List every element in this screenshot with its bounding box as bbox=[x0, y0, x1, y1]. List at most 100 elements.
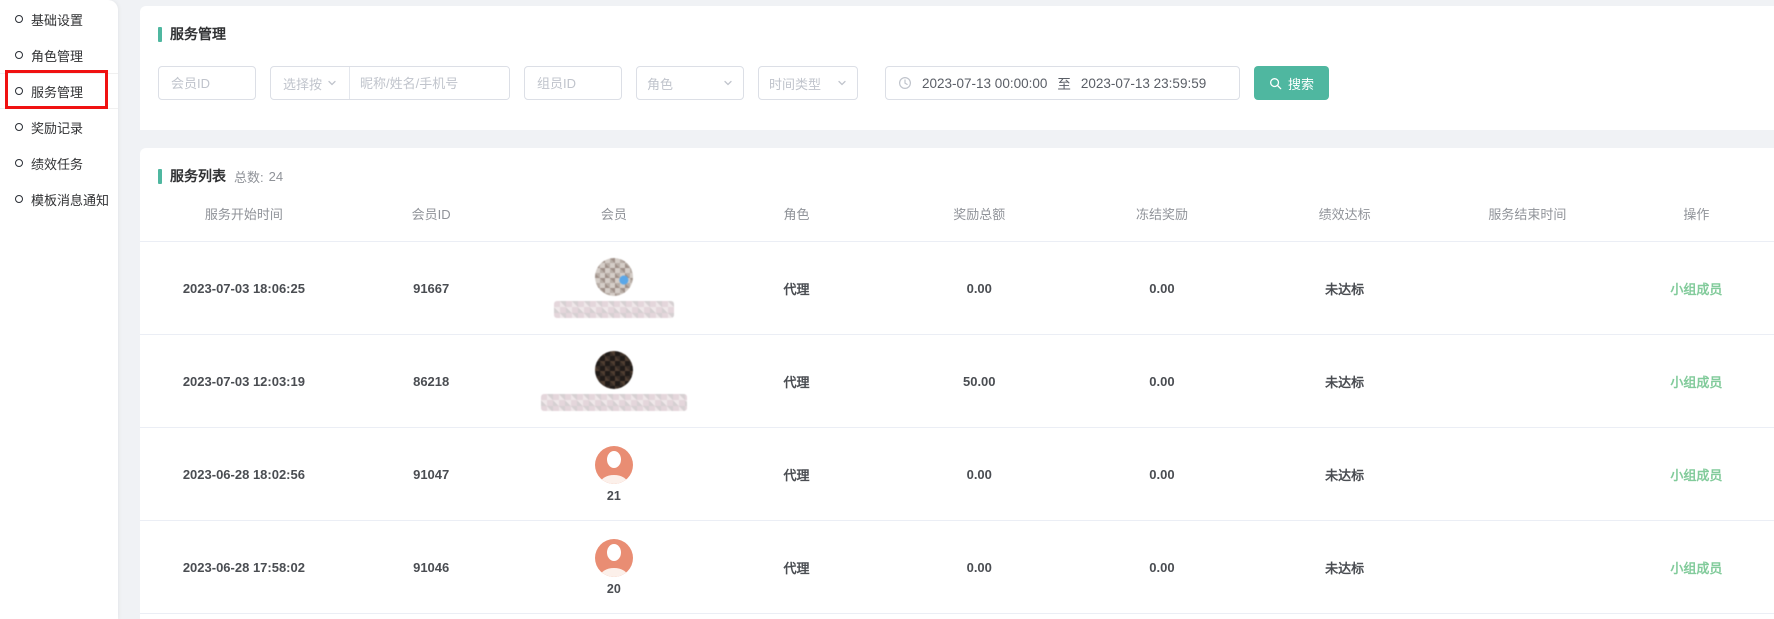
sidebar-item-label: 角色管理 bbox=[31, 46, 83, 65]
role-select-label: 角色 bbox=[647, 74, 673, 93]
sidebar-item-label: 服务管理 bbox=[31, 82, 83, 101]
cell-member bbox=[523, 258, 706, 318]
column-header: 冻结奖励 bbox=[1071, 204, 1254, 223]
cell-frozen-reward: 0.00 bbox=[1071, 467, 1254, 482]
member-name-redacted bbox=[541, 394, 687, 411]
member-avatar bbox=[595, 351, 633, 389]
member-avatar bbox=[595, 258, 633, 296]
cell-performance: 未达标 bbox=[1253, 465, 1436, 484]
cell-member: 21 bbox=[523, 446, 706, 503]
time-type-select[interactable]: 时间类型 bbox=[758, 66, 858, 100]
cell-start-time: 2023-07-03 12:03:19 bbox=[148, 374, 340, 389]
column-header: 操作 bbox=[1619, 204, 1774, 223]
radio-circle-icon bbox=[15, 159, 23, 167]
search-button[interactable]: 搜索 bbox=[1254, 66, 1329, 100]
radio-circle-icon bbox=[15, 123, 23, 131]
filter-card: 服务管理 选择按 角色 时间类型 bbox=[140, 6, 1774, 130]
filter-card-title: 服务管理 bbox=[140, 6, 1774, 44]
sidebar-item-service-management[interactable]: 服务管理 bbox=[0, 73, 118, 109]
radio-circle-icon bbox=[15, 195, 23, 203]
cell-reward-total: 0.00 bbox=[888, 560, 1071, 575]
column-header: 服务结束时间 bbox=[1436, 204, 1619, 223]
sidebar-item-basic-settings[interactable]: 基础设置 bbox=[0, 1, 118, 37]
table-row: 2023-06-28 17:58:029104620代理0.000.00未达标小… bbox=[140, 521, 1774, 614]
total-label: 总数: bbox=[234, 167, 264, 186]
cell-frozen-reward: 0.00 bbox=[1071, 281, 1254, 296]
cell-frozen-reward: 0.00 bbox=[1071, 560, 1254, 575]
column-header: 角色 bbox=[705, 204, 888, 223]
member-name: 20 bbox=[607, 582, 621, 596]
sidebar-item-label: 模板消息通知 bbox=[31, 190, 109, 209]
date-separator: 至 bbox=[1057, 73, 1071, 93]
chevron-down-icon bbox=[327, 78, 337, 88]
cell-performance: 未达标 bbox=[1253, 558, 1436, 577]
sidebar-item-performance-tasks[interactable]: 绩效任务 bbox=[0, 145, 118, 181]
radio-circle-icon bbox=[15, 87, 23, 95]
sidebar-item-label: 绩效任务 bbox=[31, 154, 83, 173]
keyword-input[interactable] bbox=[350, 67, 509, 99]
member-name: 21 bbox=[607, 489, 621, 503]
accent-bar-icon bbox=[158, 169, 162, 184]
table-card-title: 服务列表 总数: 24 bbox=[140, 148, 1774, 186]
group-members-link[interactable]: 小组成员 bbox=[1619, 558, 1774, 577]
cell-frozen-reward: 0.00 bbox=[1071, 374, 1254, 389]
clock-icon bbox=[898, 76, 912, 90]
cell-start-time: 2023-06-28 17:58:02 bbox=[148, 560, 340, 575]
table-header-row: 服务开始时间 会员ID 会员 角色 奖励总额 冻结奖励 绩效达标 服务结束时间 … bbox=[140, 186, 1774, 242]
cell-member-id: 86218 bbox=[340, 374, 523, 389]
sidebar-item-template-notifications[interactable]: 模板消息通知 bbox=[0, 181, 118, 217]
time-type-select-label: 时间类型 bbox=[769, 74, 821, 93]
sidebar-item-label: 奖励记录 bbox=[31, 118, 83, 137]
radio-circle-icon bbox=[15, 51, 23, 59]
sidebar-item-reward-records[interactable]: 奖励记录 bbox=[0, 109, 118, 145]
cell-role: 代理 bbox=[705, 558, 888, 577]
search-button-label: 搜索 bbox=[1288, 74, 1314, 93]
main-content: 服务管理 选择按 角色 时间类型 bbox=[140, 0, 1774, 619]
cell-role: 代理 bbox=[705, 372, 888, 391]
card-gap bbox=[140, 130, 1774, 148]
cell-start-time: 2023-06-28 18:02:56 bbox=[148, 467, 340, 482]
radio-circle-icon bbox=[15, 15, 23, 23]
sidebar-item-label: 基础设置 bbox=[31, 10, 83, 29]
group-member-id-input[interactable] bbox=[524, 66, 622, 100]
table-title: 服务列表 bbox=[170, 166, 226, 186]
cell-member-id: 91046 bbox=[340, 560, 523, 575]
keyword-combo: 选择按 bbox=[270, 66, 510, 100]
member-avatar bbox=[595, 539, 633, 577]
column-header: 奖励总额 bbox=[888, 204, 1071, 223]
cell-performance: 未达标 bbox=[1253, 279, 1436, 298]
cell-member-id: 91667 bbox=[340, 281, 523, 296]
cell-reward-total: 50.00 bbox=[888, 374, 1071, 389]
date-range-picker[interactable]: 2023-07-13 00:00:00 至 2023-07-13 23:59:5… bbox=[885, 66, 1240, 100]
table-row: 2023-06-28 18:02:569104721代理0.000.00未达标小… bbox=[140, 428, 1774, 521]
sidebar-item-role-management[interactable]: 角色管理 bbox=[0, 37, 118, 73]
sidebar: 基础设置 角色管理 服务管理 奖励记录 绩效任务 模板消息通知 bbox=[0, 0, 118, 619]
page: 基础设置 角色管理 服务管理 奖励记录 绩效任务 模板消息通知 服务管理 bbox=[0, 0, 1774, 619]
column-header: 服务开始时间 bbox=[148, 204, 340, 223]
table-card: 服务列表 总数: 24 服务开始时间 会员ID 会员 角色 奖励总额 冻结奖励 … bbox=[140, 148, 1774, 619]
group-members-link[interactable]: 小组成员 bbox=[1619, 279, 1774, 298]
table-body: 2023-07-03 18:06:2591667代理0.000.00未达标小组成… bbox=[140, 242, 1774, 614]
cell-performance: 未达标 bbox=[1253, 372, 1436, 391]
group-members-link[interactable]: 小组成员 bbox=[1619, 465, 1774, 484]
role-select[interactable]: 角色 bbox=[636, 66, 744, 100]
cell-role: 代理 bbox=[705, 279, 888, 298]
cell-reward-total: 0.00 bbox=[888, 467, 1071, 482]
cell-member: 20 bbox=[523, 539, 706, 596]
group-members-link[interactable]: 小组成员 bbox=[1619, 372, 1774, 391]
date-end-value: 2023-07-13 23:59:59 bbox=[1081, 76, 1206, 91]
cell-member-id: 91047 bbox=[340, 467, 523, 482]
table-row: 2023-07-03 12:03:1986218 代理50.000.00未达标 小组… bbox=[140, 335, 1774, 428]
member-avatar bbox=[595, 446, 633, 484]
select-by-label: 选择按 bbox=[283, 74, 322, 93]
date-start-value: 2023-07-13 00:00:00 bbox=[922, 76, 1047, 91]
column-header: 会员ID bbox=[340, 204, 523, 223]
filter-row: 选择按 角色 时间类型 202 bbox=[158, 66, 1774, 100]
search-icon bbox=[1269, 77, 1282, 90]
column-header: 会员 bbox=[523, 204, 706, 223]
select-by-dropdown[interactable]: 选择按 bbox=[271, 67, 350, 99]
total-value: 24 bbox=[269, 169, 283, 184]
member-id-input[interactable] bbox=[158, 66, 256, 100]
page-title: 服务管理 bbox=[170, 24, 226, 44]
cell-reward-total: 0.00 bbox=[888, 281, 1071, 296]
